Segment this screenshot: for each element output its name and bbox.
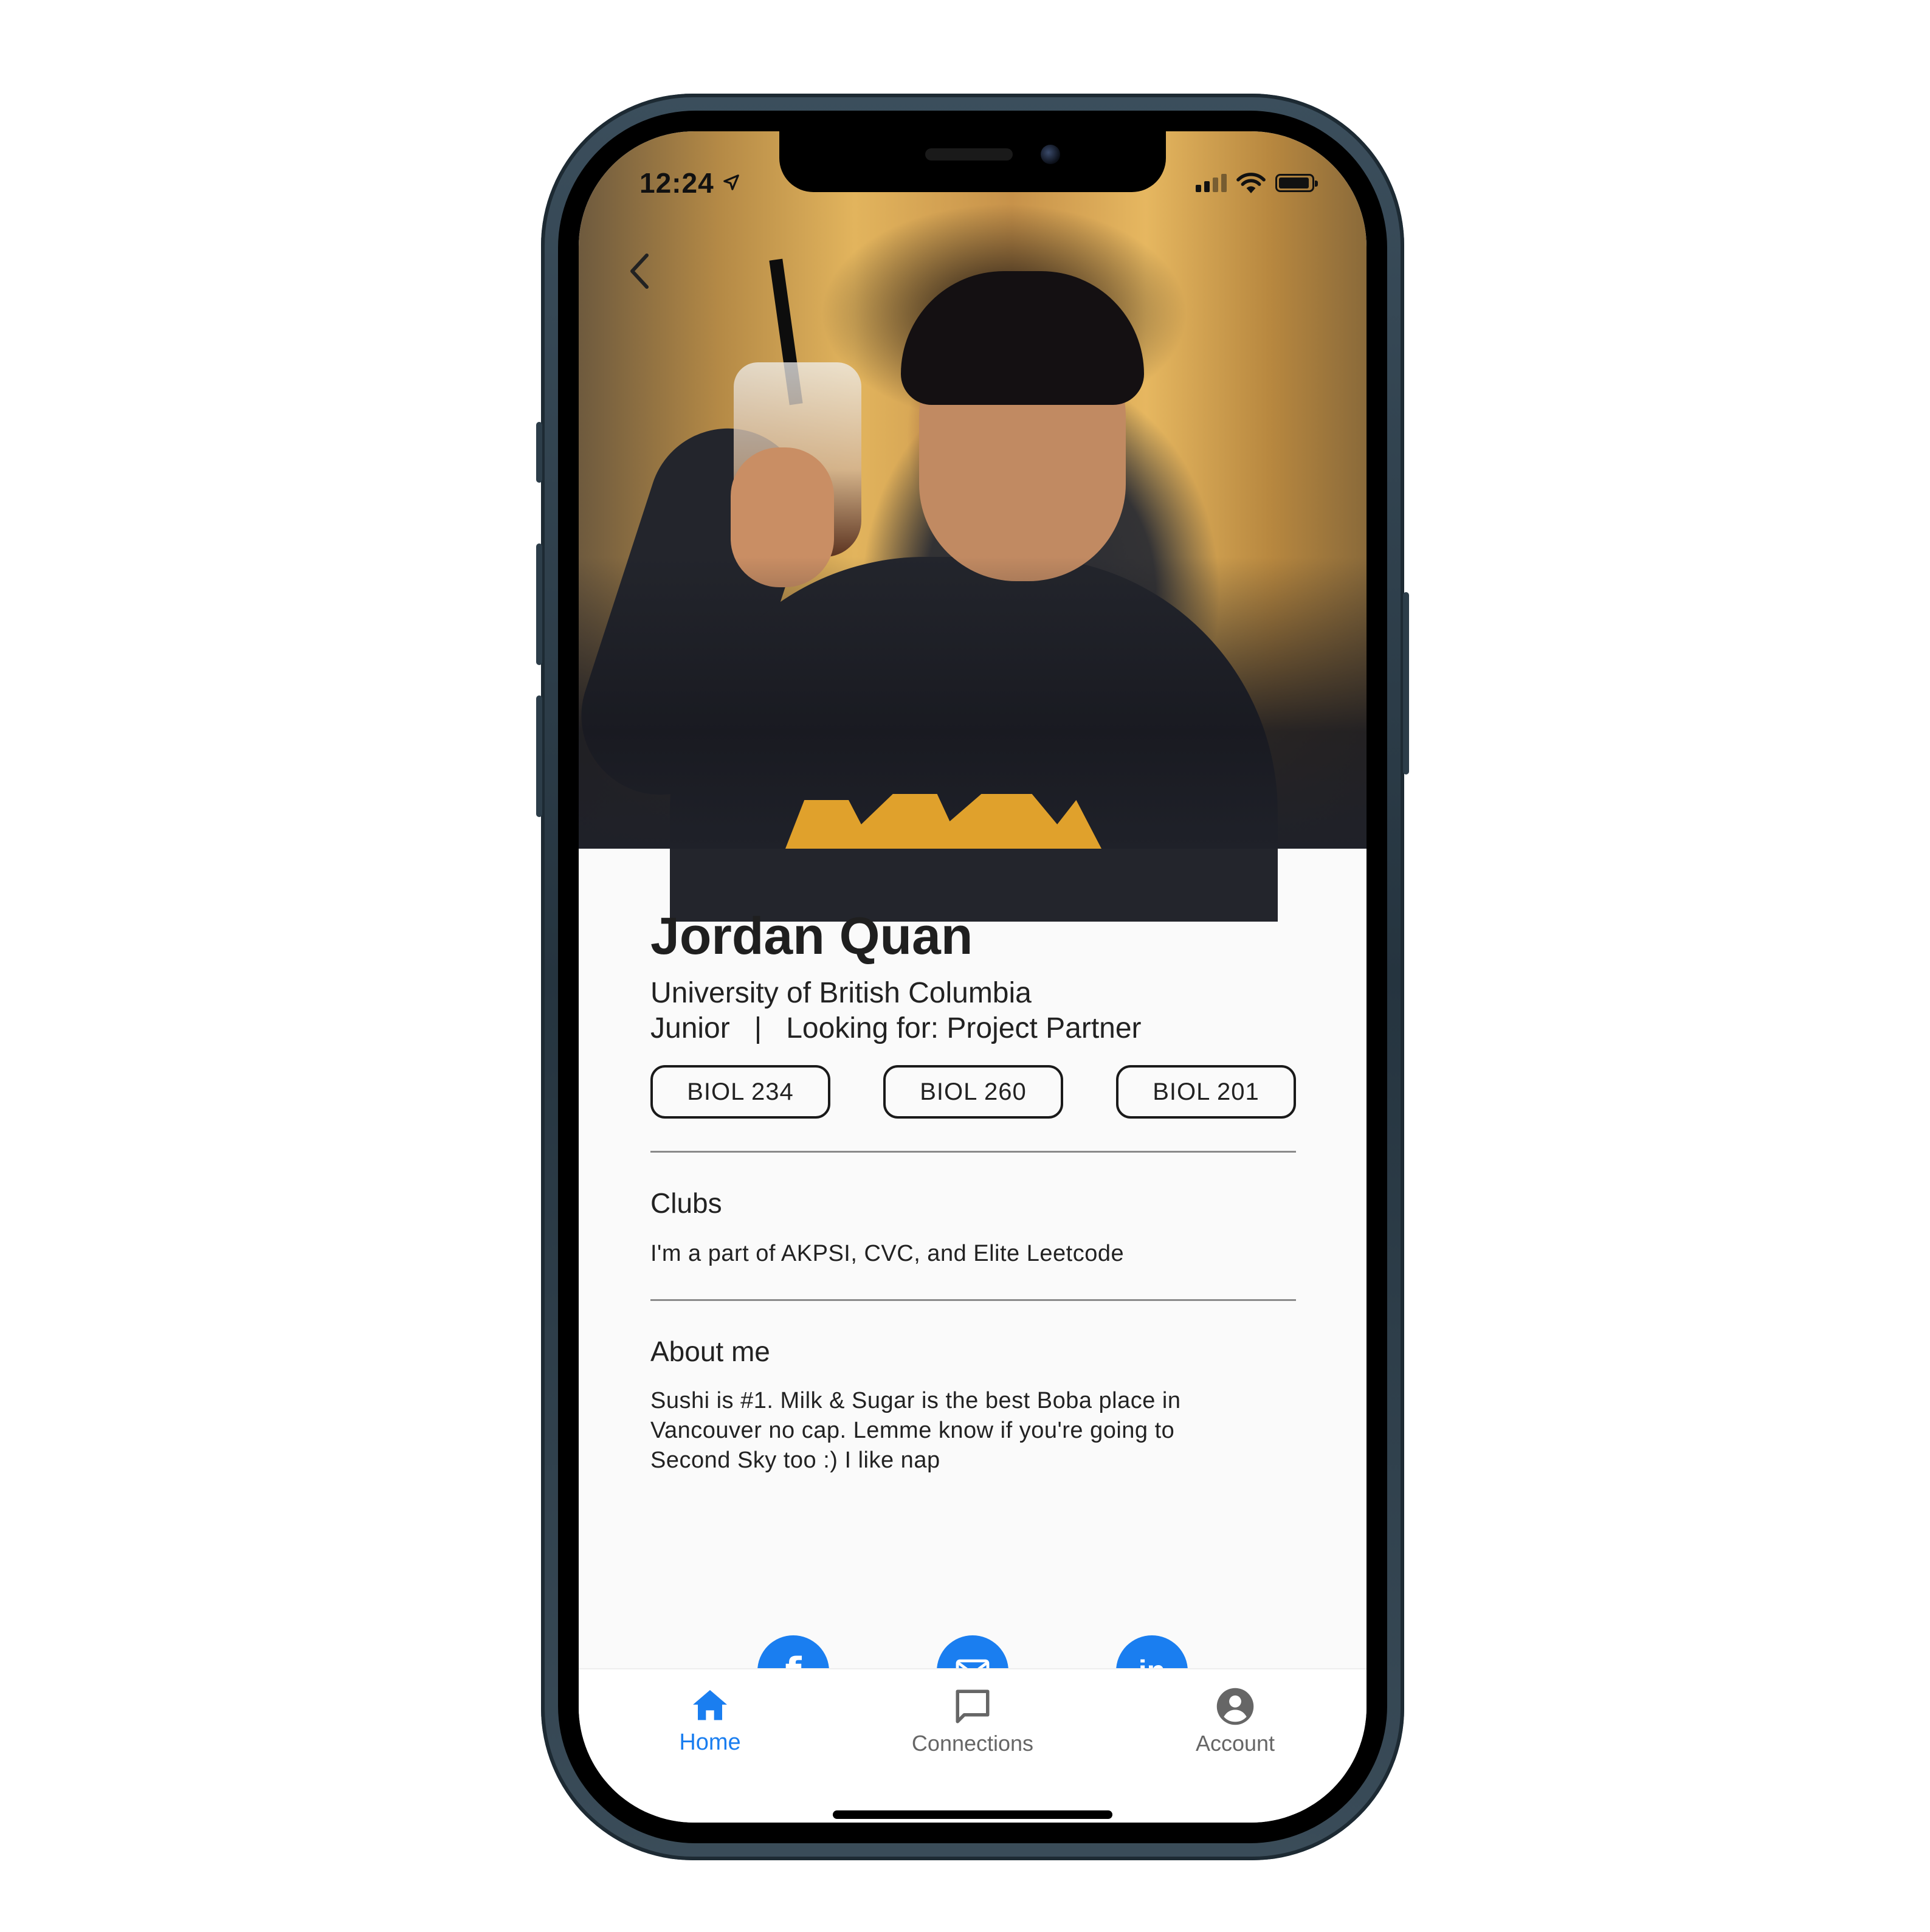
power-button xyxy=(1403,592,1409,775)
volume-up-button xyxy=(536,543,542,665)
about-title: About me xyxy=(650,1336,770,1367)
back-button[interactable] xyxy=(621,247,658,295)
home-indicator xyxy=(833,1810,1112,1819)
course-chips: BIOL 234 BIOL 260 BIOL 201 xyxy=(650,1065,1296,1119)
chat-bubble-icon xyxy=(956,1689,990,1723)
bottom-tab-bar: Home Connections Account xyxy=(579,1668,1367,1823)
account-circle-icon xyxy=(1216,1688,1254,1725)
app-screen: 12:24 Jordan Quan University of British … xyxy=(579,131,1367,1823)
profile-year: Junior xyxy=(650,1012,730,1044)
divider xyxy=(650,1299,1296,1301)
course-chip[interactable]: BIOL 234 xyxy=(650,1065,830,1119)
location-arrow-icon xyxy=(723,174,740,190)
profile-photo xyxy=(579,131,1367,922)
tab-account[interactable]: Account xyxy=(1156,1686,1314,1756)
cellular-signal-icon xyxy=(1196,174,1227,192)
about-text: Sushi is #1. Milk & Sugar is the best Bo… xyxy=(650,1388,1181,1473)
status-indicators xyxy=(1196,171,1318,195)
battery-icon xyxy=(1275,174,1318,192)
chevron-left-icon xyxy=(630,254,649,289)
tab-label: Connections xyxy=(911,1731,1034,1756)
profile-subtitle: Junior | Looking for: Project Partner xyxy=(650,1012,1142,1045)
wifi-icon xyxy=(1236,173,1266,193)
status-time: 12:24 xyxy=(639,167,740,199)
volume-down-button xyxy=(536,695,542,817)
divider xyxy=(650,1151,1296,1153)
tab-home[interactable]: Home xyxy=(631,1686,789,1756)
course-chip[interactable]: BIOL 201 xyxy=(1116,1065,1296,1119)
profile-university: University of British Columbia xyxy=(650,977,1032,1009)
earpiece-speaker xyxy=(925,148,1013,160)
tab-label: Home xyxy=(679,1730,741,1755)
course-chip[interactable]: BIOL 260 xyxy=(883,1065,1063,1119)
photo-hair xyxy=(901,271,1144,405)
clubs-title: Clubs xyxy=(650,1187,722,1219)
status-time-text: 12:24 xyxy=(639,167,714,199)
clubs-text: I'm a part of AKPSI, CVC, and Elite Leet… xyxy=(650,1241,1125,1266)
tab-label: Account xyxy=(1195,1731,1275,1756)
home-icon xyxy=(693,1690,727,1720)
profile-looking-for: Looking for: Project Partner xyxy=(786,1012,1142,1044)
front-camera xyxy=(1041,145,1060,164)
mute-switch xyxy=(536,422,542,483)
tab-connections[interactable]: Connections xyxy=(894,1686,1052,1756)
notch xyxy=(779,131,1166,192)
phone-frame: 12:24 Jordan Quan University of British … xyxy=(536,94,1409,1860)
profile-name: Jordan Quan xyxy=(650,907,973,965)
subtitle-separator: | xyxy=(754,1012,762,1044)
